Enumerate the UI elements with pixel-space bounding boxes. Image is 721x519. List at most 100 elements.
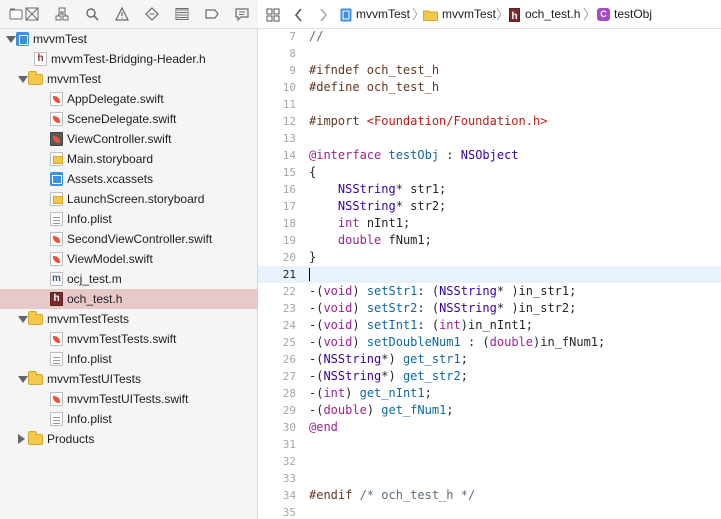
code-line[interactable]: 33 (258, 470, 721, 487)
code-text: #endif /* och_test_h */ (309, 487, 475, 504)
code-line[interactable]: 17 NSString* str2; (258, 198, 721, 215)
search-icon[interactable] (84, 6, 100, 22)
code-line[interactable]: 11 (258, 96, 721, 113)
hierarchy-icon[interactable] (54, 6, 70, 22)
report-icon[interactable] (234, 6, 250, 22)
navigator-item[interactable]: m ocj_test.m (0, 269, 258, 289)
code-line[interactable]: 28 -(int) get_nInt1; (258, 385, 721, 402)
code-token: /* och_test_h */ (359, 488, 476, 502)
code-line[interactable]: 23 -(void) setStr2: (NSString* )in_str2; (258, 300, 721, 317)
storyboard-icon (50, 152, 63, 166)
navigator-item[interactable]: ViewModel.swift (0, 249, 258, 269)
navigator-item[interactable]: Info.plist (0, 349, 258, 369)
code-line[interactable]: 29 -(double) get_fNum1; (258, 402, 721, 419)
forward-arrow-icon[interactable] (317, 8, 329, 25)
navigator-item[interactable]: mvvmTestTests.swift (0, 329, 258, 349)
folder-icon[interactable] (8, 6, 24, 22)
code-token: nInt1; (359, 216, 411, 230)
navigator-item[interactable]: h och_test.h (0, 289, 258, 309)
navigator-item[interactable]: Assets.xcassets (0, 169, 258, 189)
code-line[interactable]: 19 double fNum1; (258, 232, 721, 249)
code-text: @interface testObj : NSObject (309, 147, 519, 164)
code-line[interactable]: 18 int nInt1; (258, 215, 721, 232)
navigator-item[interactable]: Main.storyboard (0, 149, 258, 169)
disclosure-open-icon[interactable] (18, 376, 28, 383)
code-line[interactable]: 21 (258, 266, 721, 283)
code-line[interactable]: 24 -(void) setInt1: (int)in_nInt1; (258, 317, 721, 334)
navigator-item[interactable]: mvvmTestTests (0, 309, 258, 329)
code-line[interactable]: 15 { (258, 164, 721, 181)
code-line[interactable]: 26 -(NSString*) get_str1; (258, 351, 721, 368)
code-line[interactable]: 30 @end (258, 419, 721, 436)
line-number: 20 (282, 251, 296, 264)
crumb-file[interactable]: och_test.h (525, 0, 580, 29)
line-number: 9 (289, 64, 296, 77)
disclosure-open-icon[interactable] (18, 76, 28, 83)
crumb-folder[interactable]: mvvmTest (442, 0, 496, 29)
navigator-item[interactable]: LaunchScreen.storyboard (0, 189, 258, 209)
code-line[interactable]: 13 (258, 130, 721, 147)
crumb-project[interactable]: mvvmTest (356, 0, 410, 29)
crumb-symbol[interactable]: testObj (614, 0, 652, 29)
code-line[interactable]: 12 #import <Foundation/Foundation.h> (258, 113, 721, 130)
code-token: fNum1; (381, 233, 432, 247)
navigator-item[interactable]: ViewController.swift (0, 129, 258, 149)
code-line[interactable]: 9 #ifndef och_test_h (258, 62, 721, 79)
code-line[interactable]: 8 (258, 45, 721, 62)
debug-icon[interactable] (174, 6, 190, 22)
disclosure-closed-icon[interactable] (18, 434, 25, 444)
navigator-item-label: SceneDelegate.swift (67, 112, 177, 126)
code-line[interactable]: 34 #endif /* och_test_h */ (258, 487, 721, 504)
navigator-item[interactable]: mvvmTestUITests.swift (0, 389, 258, 409)
disclosure-open-icon[interactable] (6, 36, 16, 43)
navigator-item[interactable]: mvvmTest (0, 69, 258, 89)
code-line[interactable]: 10 #define och_test_h (258, 79, 721, 96)
code-token: * )in_str1; (496, 284, 577, 298)
navigator-item[interactable]: Products (0, 429, 258, 449)
code-line[interactable]: 16 NSString* str1; (258, 181, 721, 198)
code-line[interactable]: 14 @interface testObj : NSObject (258, 147, 721, 164)
code-line[interactable]: 25 -(void) setDoubleNum1 : (double)in_fNu… (258, 334, 721, 351)
source-control-icon[interactable] (24, 6, 40, 22)
code-token: -( (309, 318, 324, 332)
source-editor[interactable]: 7 // 8 9 #ifndef och_test_h 10 #define och_tes… (258, 29, 721, 519)
code-token: NSString (337, 199, 396, 213)
navigator-item[interactable]: h mvvmTest-Bridging-Header.h (0, 49, 258, 69)
back-arrow-icon[interactable] (293, 8, 305, 25)
navigator-item[interactable]: Info.plist (0, 209, 258, 229)
navigator-item-label: ViewController.swift (67, 132, 172, 146)
navigator-item[interactable]: SceneDelegate.swift (0, 109, 258, 129)
code-line[interactable]: 7 // (258, 29, 721, 45)
warning-icon[interactable] (114, 6, 130, 22)
header-file-icon: h (34, 52, 47, 66)
grid-icon[interactable] (266, 8, 280, 25)
test-icon[interactable] (144, 6, 160, 22)
navigator-item[interactable]: AppDelegate.swift (0, 89, 258, 109)
code-token: void (323, 301, 353, 315)
code-line[interactable]: 32 (258, 453, 721, 470)
code-line[interactable]: 31 (258, 436, 721, 453)
code-token: #import (309, 114, 367, 128)
code-line[interactable]: 35 (258, 504, 721, 519)
code-line[interactable]: 22 -(void) setStr1: (NSString* )in_str1; (258, 283, 721, 300)
navigator-item-label: Info.plist (67, 352, 112, 366)
code-line[interactable]: 27 -(NSString*) get_str2; (258, 368, 721, 385)
code-token: #define och_test_h (309, 80, 440, 94)
plist-file-icon (50, 212, 63, 226)
navigator-item[interactable]: mvvmTestUITests (0, 369, 258, 389)
navigator-item[interactable]: mvvmTest (0, 29, 258, 49)
line-number: 27 (282, 370, 296, 383)
navigator-item[interactable]: SecondViewController.swift (0, 229, 258, 249)
line-number: 19 (282, 234, 296, 247)
code-token: NSString (439, 284, 497, 298)
line-number: 18 (282, 217, 296, 230)
disclosure-open-icon[interactable] (18, 316, 28, 323)
code-line[interactable]: 20} (258, 249, 721, 266)
navigator-item[interactable]: Info.plist (0, 409, 258, 429)
project-icon (16, 32, 29, 46)
breakpoint-icon[interactable] (204, 6, 220, 22)
code-token: -( (309, 335, 324, 349)
code-token: } (309, 250, 317, 264)
